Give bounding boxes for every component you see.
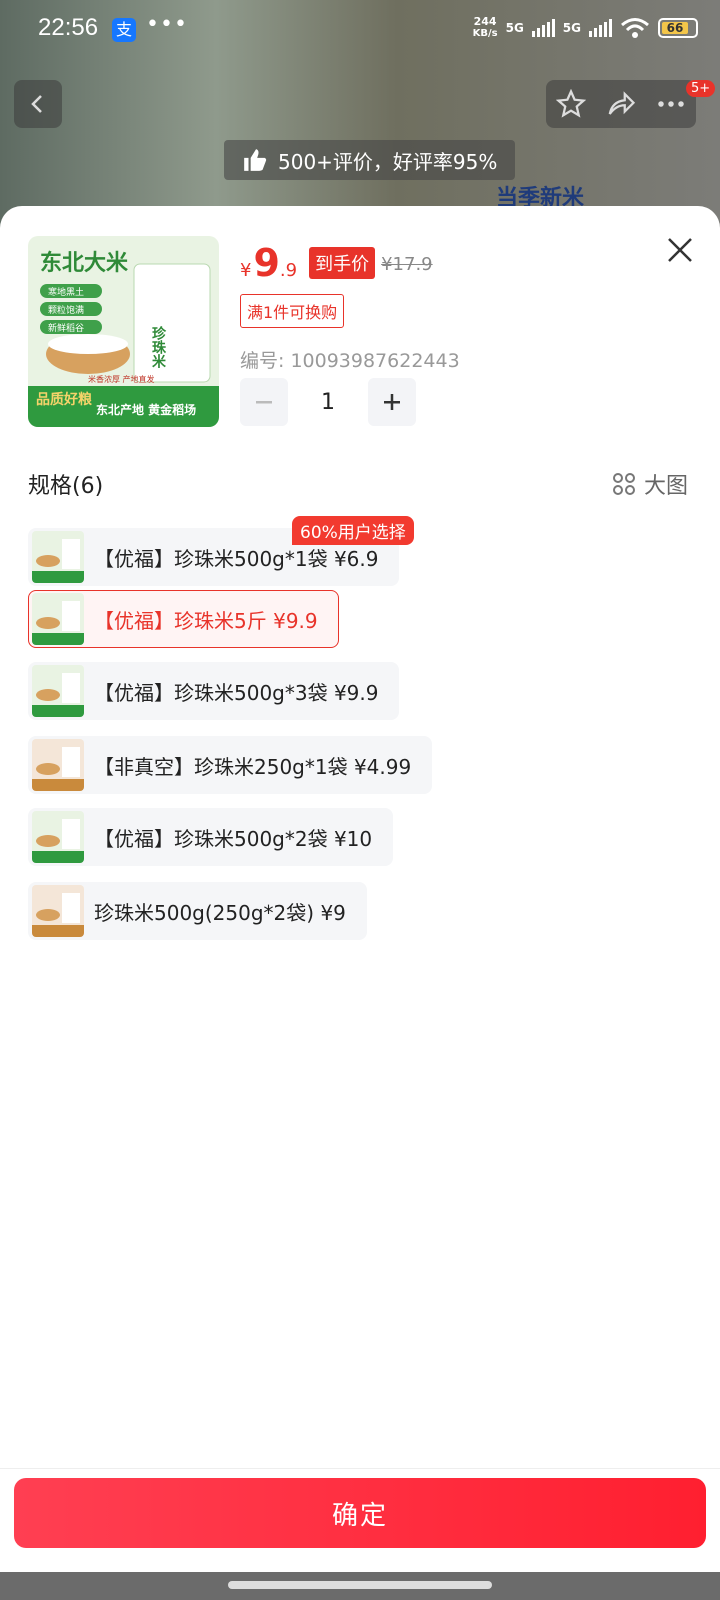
spec-option-label: 【优福】珍珠米500g*3袋: [94, 680, 328, 705]
spec-thumbnail: [32, 665, 84, 717]
footer-divider: [0, 1468, 720, 1469]
svg-text:品质好粮: 品质好粮: [36, 391, 93, 408]
popular-choice-badge: 60%用户选择: [292, 516, 414, 545]
review-summary: 500+评价，好评率95%: [224, 140, 516, 180]
header-actions: [546, 80, 696, 128]
more-notifications-icon: •••: [146, 12, 188, 37]
spec-option-price: ¥10: [333, 826, 373, 851]
spec-option-price: ¥6.9: [333, 546, 379, 571]
status-time: 22:56: [38, 14, 99, 41]
big-view-label: 大图: [644, 474, 689, 499]
share-icon[interactable]: [606, 89, 636, 119]
spec-thumbnail: [32, 739, 84, 791]
network-speed: 244 KB/s: [472, 15, 498, 40]
spec-option-price: ¥9: [320, 900, 346, 925]
thumbs-up-icon: [244, 149, 267, 171]
price-decimal: .9: [279, 260, 298, 281]
spec-option-label: 【优福】珍珠米500g*2袋: [94, 826, 328, 851]
alipay-icon: 支: [112, 18, 136, 42]
sku-code: 编号: 10093987622443: [240, 350, 460, 372]
spec-option-price: ¥4.99: [353, 754, 412, 779]
svg-text:新鲜稻谷: 新鲜稻谷: [48, 322, 84, 334]
star-icon[interactable]: [556, 89, 586, 119]
image-title: 东北大米: [40, 250, 129, 275]
battery-icon: 66: [658, 18, 698, 38]
spec-thumbnail: [32, 531, 84, 583]
spec-option-label: 【优福】珍珠米5斤: [94, 608, 267, 633]
spec-thumbnail: [32, 885, 84, 937]
spec-option[interactable]: 【优福】珍珠米500g*2袋 ¥10: [28, 808, 394, 866]
quantity-value[interactable]: 1: [288, 390, 368, 415]
more-icon[interactable]: [656, 89, 686, 119]
close-icon[interactable]: [664, 234, 696, 266]
svg-text:颗粒饱满: 颗粒饱满: [48, 304, 84, 316]
spec-option-label: 【非真空】珍珠米250g*1袋: [94, 754, 348, 779]
minus-icon: [256, 401, 272, 404]
decrease-quantity-button[interactable]: [240, 378, 288, 426]
grid-icon: [613, 473, 635, 495]
signal-icon: [531, 19, 555, 37]
sim2-label: 5G: [562, 21, 581, 35]
price-integer: 9: [253, 241, 280, 285]
plus-icon: [384, 394, 400, 410]
confirm-button[interactable]: 确定: [14, 1478, 706, 1548]
spec-thumbnail: [32, 593, 84, 645]
original-price: ¥17.9: [381, 254, 433, 275]
spec-option-price: ¥9.9: [273, 608, 318, 633]
review-summary-text: 500+评价，好评率95%: [278, 149, 498, 174]
spec-option-price: ¥9.9: [333, 680, 379, 705]
back-button[interactable]: [14, 80, 62, 128]
price-row: ¥ 9 .9 到手价 ¥17.9: [240, 244, 433, 285]
chevron-left-icon: [31, 95, 42, 113]
final-price-tag: 到手价: [309, 247, 376, 279]
sku-selector-sheet: 东北大米 寒地黑土 颗粒饱满 新鲜稻谷 珍珠米 米香浓厚 产地直发 品质好粮 东…: [0, 206, 720, 1600]
spec-thumbnail: [32, 811, 84, 863]
message-count-badge: 5+: [686, 80, 716, 97]
svg-text:寒地黑土: 寒地黑土: [48, 286, 84, 298]
currency-symbol: ¥: [240, 260, 252, 281]
svg-text:米香浓厚 产地直发: 米香浓厚 产地直发: [88, 374, 155, 384]
spec-option-label: 珍珠米500g(250g*2袋): [94, 900, 315, 925]
increase-quantity-button[interactable]: [368, 378, 416, 426]
product-image[interactable]: 东北大米 寒地黑土 颗粒饱满 新鲜稻谷 珍珠米 米香浓厚 产地直发 品质好粮 东…: [28, 236, 219, 427]
swap-promo-tag: 满1件可换购: [240, 294, 345, 328]
big-view-toggle[interactable]: 大图: [612, 468, 688, 500]
svg-text:东北产地 黄金稻场: 东北产地 黄金稻场: [96, 402, 196, 417]
spec-option[interactable]: 【非真空】珍珠米250g*1袋 ¥4.99: [28, 736, 433, 794]
sim1-label: 5G: [505, 21, 524, 35]
status-bar: 22:56 支 ••• 244 KB/s 5G 5G 66: [0, 0, 720, 62]
spec-title: 规格(6): [28, 474, 104, 499]
spec-option-selected[interactable]: 【优福】珍珠米5斤 ¥9.9: [28, 590, 339, 648]
quantity-stepper: 1: [240, 378, 416, 426]
spec-option[interactable]: 【优福】珍珠米500g*3袋 ¥9.9: [28, 662, 400, 720]
spec-option[interactable]: 珍珠米500g(250g*2袋) ¥9: [28, 882, 367, 940]
wifi-icon: [621, 18, 649, 38]
home-indicator[interactable]: [228, 1581, 492, 1589]
spec-option-label: 【优福】珍珠米500g*1袋: [94, 546, 328, 571]
signal-icon: [589, 19, 612, 37]
svg-text:珍珠米: 珍珠米: [150, 325, 166, 369]
